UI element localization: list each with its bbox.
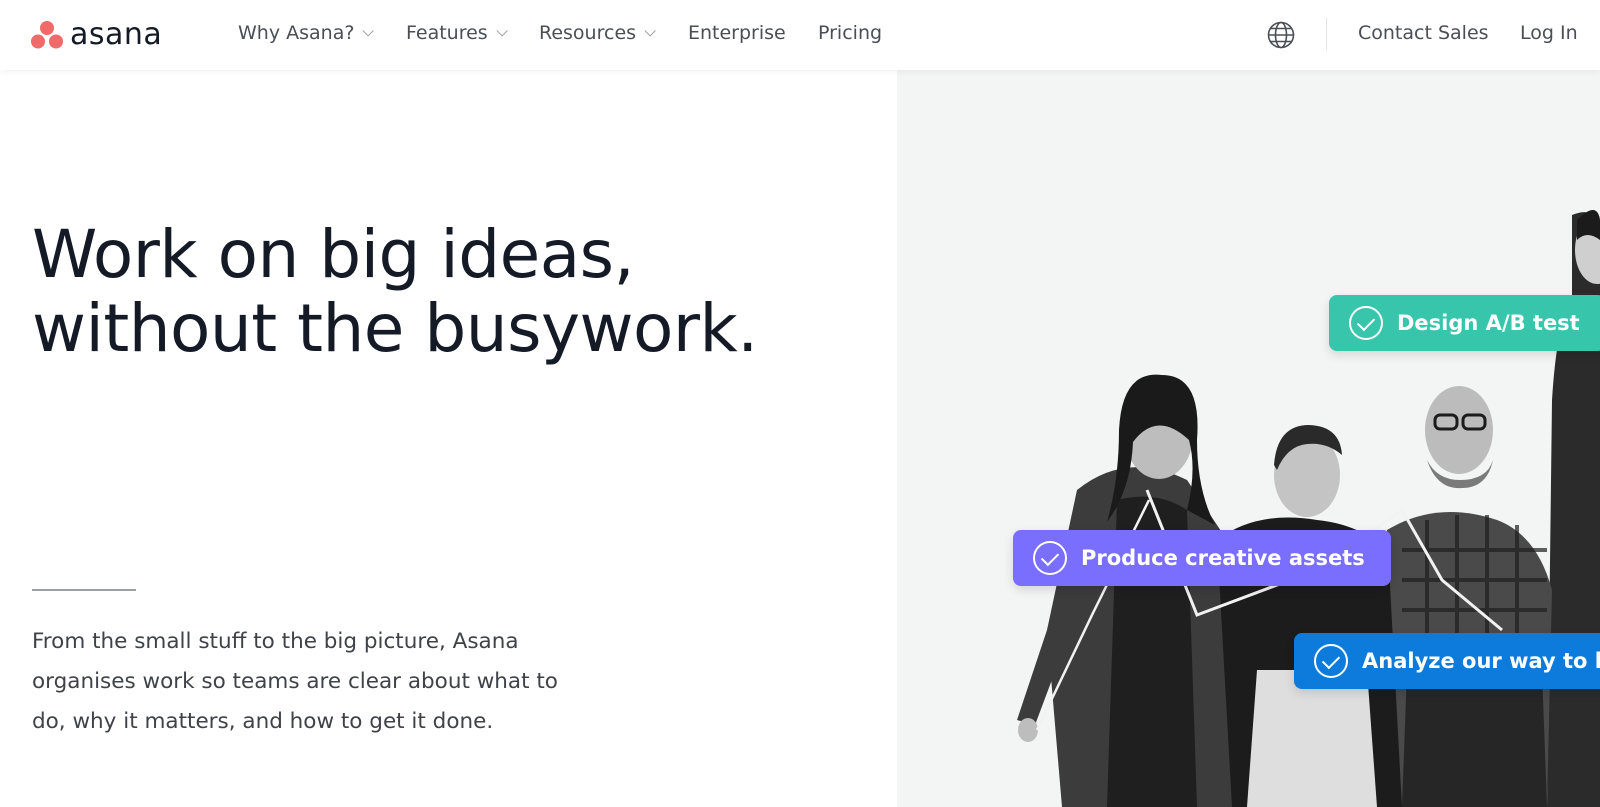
task-tag-label: Design A/B test bbox=[1397, 311, 1580, 335]
hero-title-line1: Work on big ideas, bbox=[32, 216, 635, 293]
hero-divider bbox=[32, 589, 136, 591]
task-tag-produce-creative-assets: Produce creative assets bbox=[1013, 530, 1391, 586]
hero-title: Work on big ideas, without the busywork. bbox=[32, 218, 792, 366]
chevron-down-icon bbox=[496, 25, 508, 37]
task-tag-analyze: Analyze our way to hap bbox=[1294, 633, 1600, 689]
asana-logo[interactable]: asana bbox=[30, 20, 162, 50]
log-in-link[interactable]: Log In bbox=[1520, 22, 1578, 44]
nav-enterprise[interactable]: Enterprise bbox=[688, 22, 786, 44]
nav-enterprise-label: Enterprise bbox=[688, 22, 786, 44]
contact-sales-link[interactable]: Contact Sales bbox=[1358, 22, 1489, 44]
task-tag-label: Analyze our way to hap bbox=[1362, 649, 1600, 673]
nav-resources[interactable]: Resources bbox=[539, 22, 656, 44]
hero-title-line2: without the busywork. bbox=[32, 290, 758, 367]
chevron-down-icon bbox=[362, 25, 375, 37]
hero-description: From the small stuff to the big picture,… bbox=[32, 629, 558, 734]
check-circle-icon bbox=[1314, 644, 1348, 678]
nav-pricing[interactable]: Pricing bbox=[818, 22, 882, 44]
team-photo-illustration bbox=[1017, 210, 1600, 807]
task-tag-label: Produce creative assets bbox=[1081, 546, 1365, 570]
hero-image: Design A/B test Produce creative assets … bbox=[897, 70, 1600, 807]
check-circle-icon bbox=[1033, 541, 1067, 575]
nav-resources-label: Resources bbox=[539, 22, 637, 44]
chevron-down-icon bbox=[644, 25, 656, 37]
nav-pricing-label: Pricing bbox=[818, 22, 883, 44]
check-circle-icon bbox=[1349, 306, 1383, 340]
globe-icon[interactable] bbox=[1266, 20, 1296, 50]
nav-why-asana[interactable]: Why Asana? bbox=[238, 22, 375, 44]
nav-features-label: Features bbox=[406, 22, 488, 44]
logo-wordmark: asana bbox=[70, 17, 163, 52]
nav-features[interactable]: Features bbox=[406, 22, 508, 44]
header-divider bbox=[1326, 18, 1327, 50]
nav-why-asana-label: Why Asana? bbox=[238, 22, 355, 44]
task-tag-design-ab-test: Design A/B test bbox=[1329, 295, 1600, 351]
asana-dots-icon bbox=[31, 21, 63, 49]
top-navigation-bar: asana Why Asana? Features Resources Ente… bbox=[0, 0, 1600, 70]
